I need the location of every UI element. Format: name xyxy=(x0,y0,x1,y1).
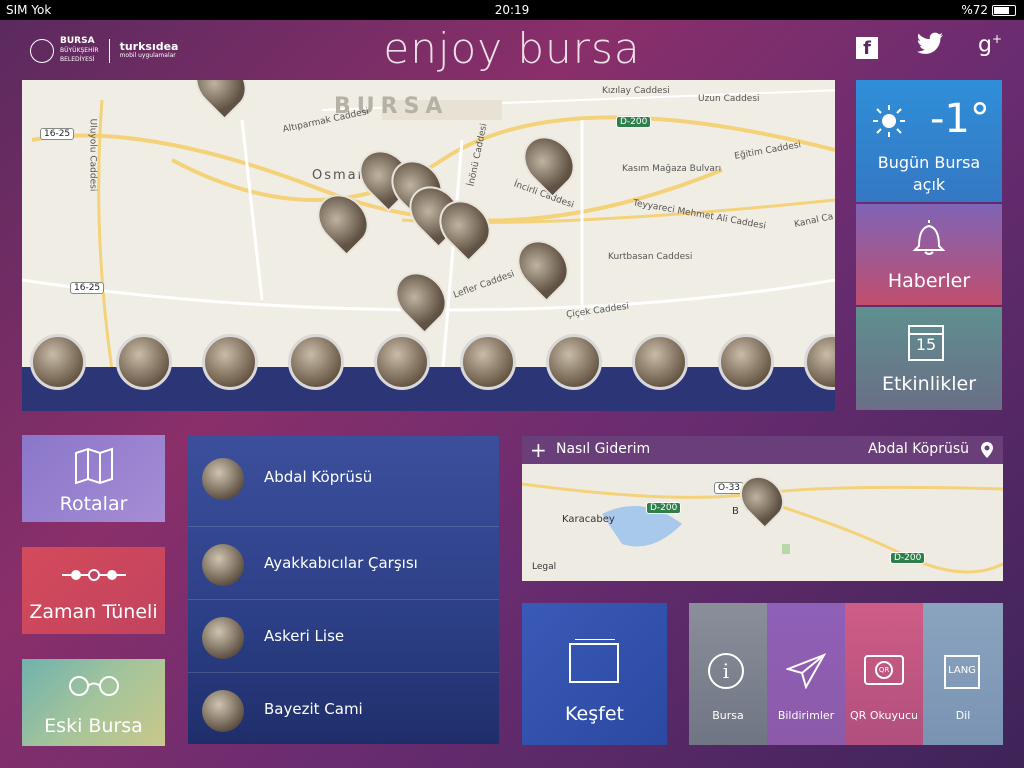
directions-map[interactable]: Karacabey Legal O-33 D-200 D-200 B xyxy=(522,464,1003,581)
road-shield: 16-25 xyxy=(70,282,105,294)
weather-temp: -1° xyxy=(930,96,990,142)
clock: 20:19 xyxy=(494,3,530,17)
city-map[interactable]: BURSA Altıparmak Caddesi Osman İnönü Cad… xyxy=(22,80,835,411)
thumbnail[interactable] xyxy=(374,334,430,390)
thumbnail[interactable] xyxy=(546,334,602,390)
lang-icon: LANG xyxy=(944,655,980,689)
thumbnail[interactable] xyxy=(202,334,258,390)
button-label: Bursa xyxy=(712,709,744,722)
thumbnail[interactable] xyxy=(718,334,774,390)
rotalar-label: Rotalar xyxy=(59,493,128,515)
list-item[interactable]: Askeri Lise xyxy=(188,599,499,673)
timeline-icon xyxy=(62,567,126,586)
calendar-icon: 15 xyxy=(908,325,944,361)
button-label: QR Okuyucu xyxy=(850,709,918,722)
events-tile[interactable]: 15 Etkinlikler xyxy=(856,307,1002,410)
place-avatar xyxy=(202,544,244,586)
street-label: Kasım Mağaza Bulvarı xyxy=(622,164,722,174)
button-label: Dil xyxy=(955,709,971,722)
street-label: Kurtbasan Caddesi xyxy=(608,252,693,262)
news-tile[interactable]: Haberler xyxy=(856,204,1002,305)
battery-indicator: %72 xyxy=(961,0,1016,20)
directions-widget[interactable]: + Nasıl Giderim Abdal Köprüsü Karacabey … xyxy=(522,436,1003,581)
rotalar-tile[interactable]: Rotalar xyxy=(22,435,165,522)
kesfet-label: Keşfet xyxy=(565,703,624,725)
place-avatar xyxy=(202,458,244,500)
place-name: Abdal Köprüsü xyxy=(264,468,373,486)
place-avatar xyxy=(202,690,244,732)
language-button[interactable]: LANG Dil xyxy=(923,603,1003,745)
d-shield: D-200 xyxy=(646,502,682,514)
sun-icon xyxy=(872,104,906,138)
battery-icon xyxy=(992,5,1016,16)
add-icon[interactable]: + xyxy=(530,438,547,462)
thumbnail[interactable] xyxy=(460,334,516,390)
camera-icon: QR xyxy=(864,655,904,685)
place-name: Bayezit Cami xyxy=(264,700,363,718)
d-shield: D-200 xyxy=(890,552,926,564)
battery-percent: %72 xyxy=(961,3,988,17)
facebook-icon[interactable]: f xyxy=(856,37,878,59)
street-label: Kızılay Caddesi xyxy=(602,86,670,96)
zaman-tile[interactable]: Zaman Tüneli xyxy=(22,547,165,634)
map-label-karacabey: Karacabey xyxy=(562,514,615,525)
qr-reader-button[interactable]: QR QR Okuyucu xyxy=(845,603,923,745)
kesfet-tile[interactable]: Keşfet xyxy=(522,603,667,745)
weather-text: Bugün Bursa açık xyxy=(877,153,981,194)
weather-tile[interactable]: -1° Bugün Bursa açık xyxy=(856,80,1002,202)
place-name: Ayakkabıcılar Çarşısı xyxy=(264,554,418,572)
send-icon xyxy=(784,653,827,693)
events-label: Etkinlikler xyxy=(881,373,977,395)
thumbnail[interactable] xyxy=(116,334,172,390)
directions-action[interactable]: Nasıl Giderim xyxy=(556,441,650,457)
news-label: Haberler xyxy=(887,270,971,292)
location-pin-icon xyxy=(981,442,993,462)
directions-destination: Abdal Köprüsü xyxy=(867,441,969,457)
folder-icon xyxy=(569,639,619,683)
bell-icon xyxy=(911,218,947,260)
places-list: Abdal Köprüsü Ayakkabıcılar Çarşısı Aske… xyxy=(188,436,499,744)
notifications-button[interactable]: Bildirimler xyxy=(767,603,845,745)
calendar-day: 15 xyxy=(915,335,937,354)
status-bar: SIM Yok 20:19 %72 xyxy=(0,0,1024,20)
map-icon xyxy=(74,447,114,489)
google-plus-icon[interactable]: g+ xyxy=(978,32,1002,57)
road-shield: 16-25 xyxy=(40,128,75,140)
directions-header: + Nasıl Giderim Abdal Köprüsü xyxy=(522,436,1003,464)
thumbnail[interactable] xyxy=(288,334,344,390)
place-avatar xyxy=(202,617,244,659)
list-item[interactable]: Bayezit Cami xyxy=(188,672,499,746)
button-label: Bildirimler xyxy=(777,709,835,722)
eski-tile[interactable]: Eski Bursa xyxy=(22,659,165,746)
map-label-legal: Legal xyxy=(532,562,557,572)
thumbnail[interactable] xyxy=(632,334,688,390)
map-label-b: B xyxy=(732,506,739,517)
list-item[interactable]: Abdal Köprüsü xyxy=(188,440,499,514)
list-item[interactable]: Ayakkabıcılar Çarşısı xyxy=(188,526,499,600)
glasses-icon xyxy=(66,675,122,701)
eski-label: Eski Bursa xyxy=(44,715,143,737)
info-icon: i xyxy=(708,653,744,689)
zaman-label: Zaman Tüneli xyxy=(29,601,158,623)
street-label: Uluyolu Caddesi xyxy=(87,118,98,192)
bursa-info-button[interactable]: i Bursa xyxy=(689,603,767,745)
twitter-icon[interactable] xyxy=(916,32,944,62)
d-shield: D-200 xyxy=(616,116,652,128)
street-label: Uzun Caddesi xyxy=(698,94,760,104)
thumbnail[interactable] xyxy=(30,334,86,390)
place-name: Askeri Lise xyxy=(264,627,345,645)
